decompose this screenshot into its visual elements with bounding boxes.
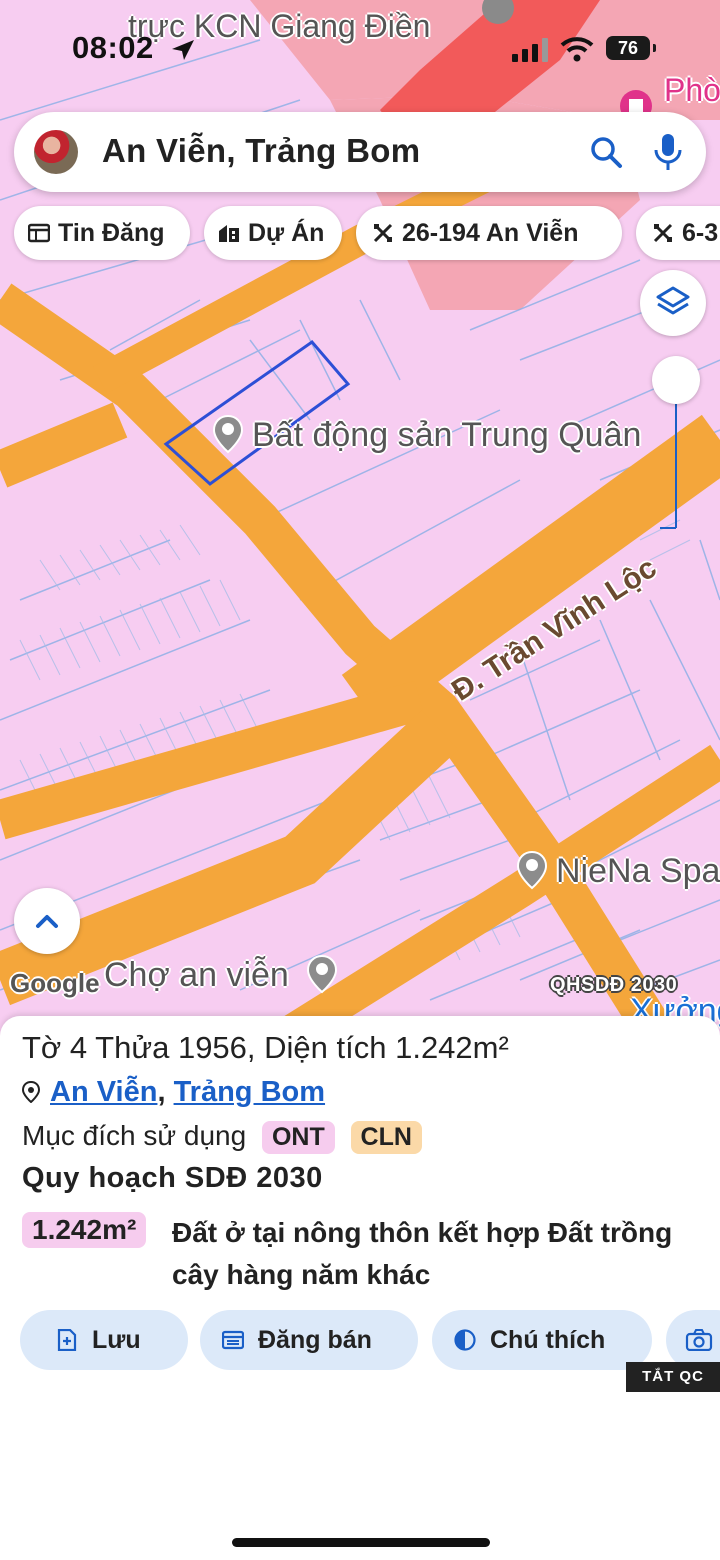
legend-icon bbox=[454, 1329, 476, 1351]
google-logo: Google bbox=[10, 968, 100, 998]
legend-label: Chú thích bbox=[490, 1326, 606, 1354]
commune-link[interactable]: An Viễn bbox=[50, 1076, 157, 1108]
land-use-description: Đất ở tại nông thôn kết hợp Đất trồng câ… bbox=[172, 1217, 673, 1290]
camera-button[interactable] bbox=[666, 1310, 720, 1370]
save-icon bbox=[57, 1329, 77, 1351]
post-sale-label: Đăng bán bbox=[258, 1326, 372, 1354]
listing-icon bbox=[28, 223, 50, 243]
chip-du-an[interactable]: Dự Án bbox=[204, 206, 342, 260]
chip-parcel-26-194[interactable]: 26-194 An Viễn bbox=[356, 206, 622, 260]
chip-parcel-6-3[interactable]: 6-3 bbox=[636, 206, 720, 260]
chip-label: 6-3 bbox=[682, 219, 719, 247]
battery-indicator: 76 bbox=[606, 36, 656, 60]
area-badge: 1.242m² bbox=[22, 1212, 147, 1248]
parcel-info-sheet[interactable]: Tờ 4 Thửa 1956, Diện tích 1.242m² An Viễ… bbox=[0, 1016, 720, 1560]
purpose-tag-ont: ONT bbox=[261, 1121, 335, 1154]
avatar[interactable] bbox=[34, 130, 78, 174]
district-link[interactable]: Trảng Bom bbox=[174, 1076, 325, 1108]
place-pin-icon[interactable] bbox=[516, 850, 548, 890]
home-indicator[interactable] bbox=[232, 1538, 490, 1547]
parcel-title: Tờ 4 Thửa 1956, Diện tích 1.242m² bbox=[22, 1030, 509, 1065]
expand-sheet-button[interactable] bbox=[14, 888, 80, 954]
microphone-icon[interactable] bbox=[650, 132, 686, 172]
chip-tin-dang[interactable]: Tin Đăng bbox=[14, 206, 190, 260]
legend-button[interactable]: Chú thích bbox=[432, 1310, 652, 1370]
search-bar[interactable]: An Viễn, Trảng Bom bbox=[14, 112, 706, 192]
place-pin-icon[interactable] bbox=[306, 954, 338, 994]
save-button[interactable]: Lưu bbox=[20, 1310, 188, 1370]
place-label-trung-quan[interactable]: Bất động sản Trung Quân bbox=[252, 416, 641, 455]
place-pin-icon[interactable] bbox=[212, 414, 244, 454]
place-label-niena-spa[interactable]: NieNa Spa bbox=[556, 852, 720, 891]
save-label: Lưu bbox=[92, 1326, 141, 1354]
opacity-slider-knob[interactable] bbox=[652, 356, 700, 404]
wifi-icon bbox=[560, 37, 594, 62]
status-bar: 08:02 76 bbox=[0, 0, 720, 90]
location-arrow-icon bbox=[172, 40, 194, 60]
purpose-tag-cln: CLN bbox=[350, 1121, 422, 1154]
layers-icon bbox=[656, 286, 690, 315]
disable-ads-tag[interactable]: TẮT QC bbox=[626, 1362, 720, 1392]
filter-chips: Tin Đăng Dự Án 26-194 An Viễn 6-3 bbox=[0, 206, 720, 262]
chip-label: 26-194 An Viễn bbox=[402, 219, 579, 247]
building-icon bbox=[219, 225, 239, 242]
plan-layer-label: QHSDĐ 2030 bbox=[550, 974, 678, 996]
search-query[interactable]: An Viễn, Trảng Bom bbox=[102, 132, 420, 170]
camera-icon bbox=[685, 1329, 713, 1351]
purpose-label: Mục đích sử dụng bbox=[22, 1120, 247, 1151]
plan-title: Quy hoạch SDĐ 2030 bbox=[22, 1162, 323, 1194]
location-separator: , bbox=[157, 1076, 166, 1108]
parcel-icon bbox=[373, 223, 393, 243]
place-label-cho-an-vien[interactable]: Chợ an viễn bbox=[104, 956, 289, 995]
chevron-up-icon bbox=[36, 915, 58, 928]
post-sale-button[interactable]: Đăng bán bbox=[200, 1310, 418, 1370]
layers-button[interactable] bbox=[640, 270, 706, 336]
chip-label: Tin Đăng bbox=[58, 219, 165, 247]
status-time: 08:02 bbox=[72, 30, 154, 65]
search-icon[interactable] bbox=[588, 134, 624, 170]
sell-icon bbox=[222, 1330, 244, 1350]
location-pin-icon bbox=[21, 1080, 41, 1104]
land-purpose-row: Mục đích sử dụng ONT CLN bbox=[22, 1120, 422, 1154]
parcel-icon bbox=[653, 223, 673, 243]
chip-label: Dự Án bbox=[248, 219, 325, 247]
signal-icon bbox=[512, 38, 548, 62]
parcel-location: An Viễn, Trảng Bom bbox=[21, 1076, 325, 1109]
